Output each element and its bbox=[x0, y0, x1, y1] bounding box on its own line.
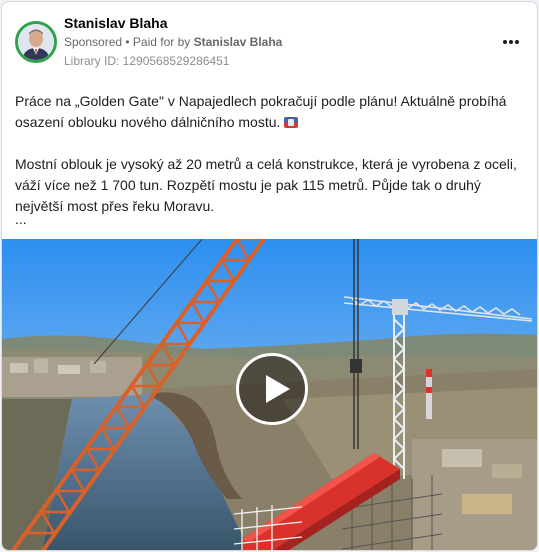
more-options-icon[interactable] bbox=[499, 32, 523, 52]
play-icon[interactable] bbox=[236, 353, 308, 425]
author-name[interactable]: Stanislav Blaha bbox=[64, 15, 168, 31]
post-paragraph-2: Mostní oblouk je vysoký až 20 metrů a ce… bbox=[15, 156, 517, 214]
video-player[interactable] bbox=[2, 239, 537, 550]
paid-for-name[interactable]: Stanislav Blaha bbox=[194, 35, 283, 49]
see-more-ellipsis[interactable]: ... bbox=[15, 211, 27, 227]
sponsored-label: Sponsored bbox=[64, 35, 123, 49]
flag-icon bbox=[284, 117, 299, 128]
library-id: Library ID: 1290568529286451 bbox=[64, 54, 230, 68]
avatar[interactable] bbox=[15, 21, 57, 63]
meta-separator: • bbox=[122, 35, 133, 49]
avatar-image bbox=[18, 24, 54, 60]
more-dot bbox=[503, 40, 507, 44]
sponsored-line: Sponsored • Paid for by Stanislav Blaha bbox=[64, 35, 282, 49]
post-paragraph-1: Práce na „Golden Gate" v Napajedlech pok… bbox=[15, 91, 527, 133]
ad-post-card: Stanislav Blaha Sponsored • Paid for by … bbox=[1, 1, 538, 551]
paid-for-label: Paid for by bbox=[132, 35, 194, 49]
more-dot bbox=[515, 40, 519, 44]
more-dot bbox=[509, 40, 513, 44]
paragraph-1-text: Práce na „Golden Gate" v Napajedlech pok… bbox=[15, 93, 507, 130]
post-body: Práce na „Golden Gate" v Napajedlech pok… bbox=[15, 91, 527, 217]
post-header: Stanislav Blaha Sponsored • Paid for by … bbox=[2, 2, 537, 76]
